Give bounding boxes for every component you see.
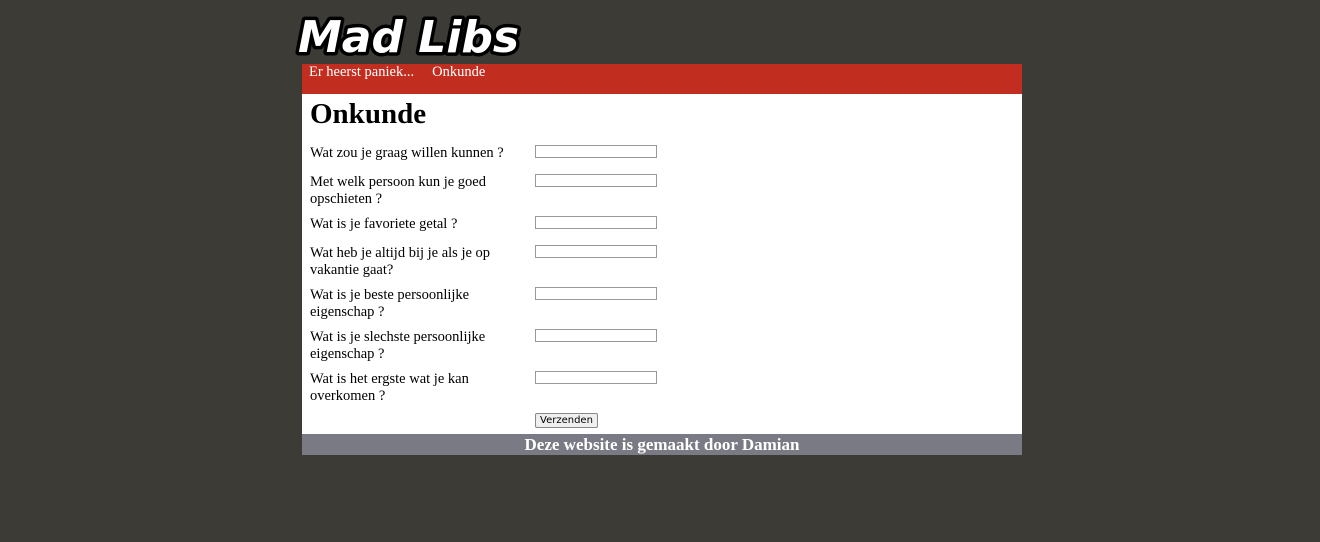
nav-item-er-heerst-paniek[interactable]: Er heerst paniek... [309, 64, 414, 81]
mad-libs-form: Wat zou je graag willen kunnen ? Met wel… [310, 145, 1014, 428]
question-label: Wat is je slechste persoonlijke eigensch… [310, 329, 486, 362]
form-row: Wat is het ergste wat je kan overkomen ? [310, 371, 1014, 405]
form-row: Wat is je beste persoonlijke eigenschap … [310, 287, 1014, 321]
form-row: Wat is je favoriete getal ? [310, 216, 1014, 233]
answer-input-4[interactable] [535, 245, 657, 258]
question-label: Wat is je favoriete getal ? [310, 216, 458, 232]
question-label: Wat is het ergste wat je kan overkomen ? [310, 371, 469, 404]
page-title: Onkunde [310, 98, 427, 130]
answer-input-6[interactable] [535, 329, 657, 342]
footer: Deze website is gemaakt door Damian [302, 434, 1022, 455]
question-label: Wat heb je altijd bij je als je op vakan… [310, 245, 491, 278]
form-row: Wat zou je graag willen kunnen ? [310, 145, 1014, 162]
question-label: Wat is je beste persoonlijke eigenschap … [310, 287, 470, 320]
form-row: Wat heb je altijd bij je als je op vakan… [310, 245, 1014, 279]
page-container: Er heerst paniek... Onkunde Onkunde Wat … [302, 64, 1022, 455]
question-label: Met welk persoon kun je goed opschieten … [310, 174, 486, 207]
answer-input-7[interactable] [535, 371, 657, 384]
main-content: Onkunde Wat zou je graag willen kunnen ?… [302, 94, 1022, 434]
nav-item-onkunde[interactable]: Onkunde [432, 64, 485, 81]
question-label: Wat zou je graag willen kunnen ? [310, 145, 504, 161]
mad-libs-logo: Mad Libs Mad Libs [294, 10, 594, 60]
answer-input-2[interactable] [535, 174, 657, 187]
submit-row: Verzenden [310, 413, 1014, 428]
submit-button[interactable]: Verzenden [535, 413, 598, 428]
answer-input-1[interactable] [535, 145, 657, 158]
answer-input-3[interactable] [535, 216, 657, 229]
logo-text: Mad Libs [298, 12, 519, 60]
form-row: Met welk persoon kun je goed opschieten … [310, 174, 1014, 208]
answer-input-5[interactable] [535, 287, 657, 300]
form-row: Wat is je slechste persoonlijke eigensch… [310, 329, 1014, 363]
top-nav: Er heerst paniek... Onkunde [302, 64, 1022, 94]
